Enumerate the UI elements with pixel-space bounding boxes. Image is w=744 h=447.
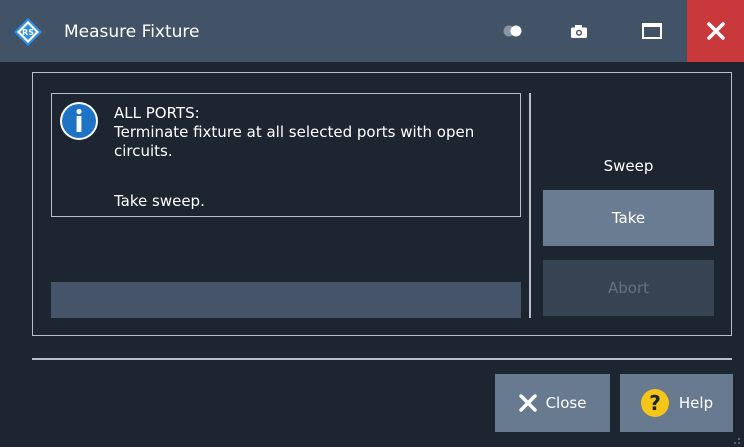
- close-button-label: Close: [545, 394, 587, 412]
- instruction-heading: ALL PORTS:: [114, 104, 200, 122]
- instruction-line: Terminate fixture at all selected ports …: [114, 123, 475, 141]
- help-button[interactable]: ? Help: [620, 374, 733, 432]
- horizontal-divider: [32, 358, 732, 360]
- maximize-button[interactable]: [627, 0, 677, 62]
- take-sweep-button[interactable]: Take: [543, 190, 714, 246]
- camera-icon: [571, 24, 587, 38]
- svg-text:RS: RS: [22, 28, 34, 37]
- measure-fixture-dialog: RS Measure Fixture ALL PORTS: Terminate …: [0, 0, 744, 447]
- info-icon: [60, 102, 98, 140]
- rohde-schwarz-logo-icon: RS: [14, 18, 42, 46]
- help-icon: ?: [640, 389, 669, 417]
- instruction-line: circuits.: [114, 142, 173, 160]
- close-icon: [706, 22, 725, 40]
- close-x-icon: [518, 394, 537, 412]
- progress-bar: [51, 282, 521, 318]
- maximize-icon: [642, 23, 662, 39]
- help-button-label: Help: [678, 394, 714, 412]
- svg-text:?: ?: [649, 391, 661, 415]
- screenshot-button[interactable]: [554, 0, 604, 62]
- sweep-label: Sweep: [603, 157, 654, 175]
- title-bar[interactable]: RS Measure Fixture: [0, 0, 744, 62]
- abort-sweep-button[interactable]: Abort: [543, 260, 714, 316]
- transparency-toggle-button[interactable]: [488, 0, 538, 62]
- transparency-toggle-icon: [503, 25, 522, 37]
- instruction-line: Take sweep.: [114, 192, 205, 210]
- resize-grip-icon[interactable]: [728, 432, 742, 446]
- window-close-button[interactable]: [687, 0, 744, 62]
- close-button[interactable]: Close: [495, 374, 610, 432]
- vertical-divider: [529, 93, 531, 318]
- window-title: Measure Fixture: [64, 22, 200, 42]
